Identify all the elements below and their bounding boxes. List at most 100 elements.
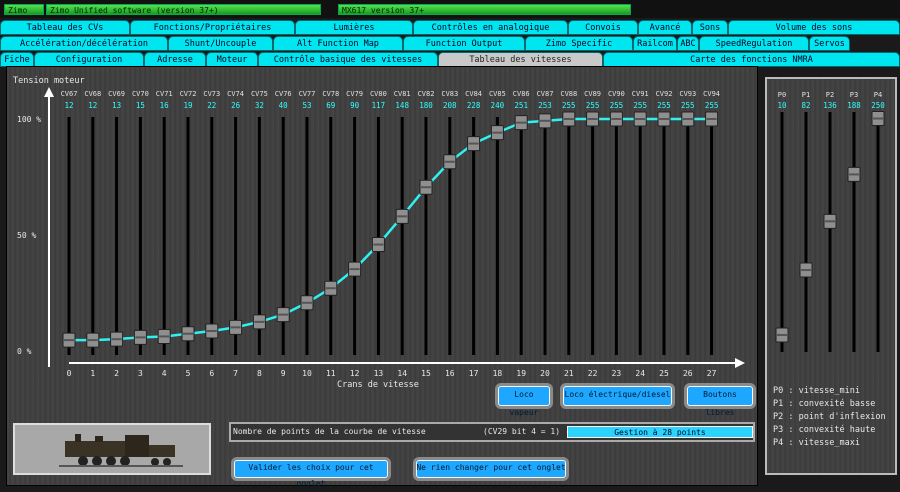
speed-thumb-groove (135, 336, 146, 339)
x-tick-label: 6 (209, 369, 214, 378)
speed-thumb-groove (587, 118, 598, 120)
slider-track (400, 117, 404, 355)
slider-track (162, 117, 166, 355)
x-tick-label: 4 (162, 369, 167, 378)
points-mode-field[interactable]: Gestion à 28 points (567, 426, 753, 438)
tab-alt-function-map[interactable]: Alt Function Map (273, 36, 403, 51)
tab-sons[interactable]: Sons (692, 20, 728, 35)
cv-value-label: 22 (207, 101, 216, 110)
tab-configuration[interactable]: Configuration (34, 52, 144, 67)
cv-label: CV89 (584, 90, 601, 98)
cv-value-label: 53 (302, 101, 311, 110)
speed-thumb-groove (111, 338, 122, 341)
cv-value-label: 12 (64, 101, 73, 110)
slider-track (234, 117, 238, 355)
speed-thumb-groove (563, 118, 574, 120)
tab-speedregulation[interactable]: SpeedRegulation (699, 36, 809, 51)
param-track (852, 112, 856, 352)
electric-loco-button[interactable]: Loco électrique/diesel (560, 383, 675, 409)
tab-moteur[interactable]: Moteur (206, 52, 258, 67)
software-label: Zimo Unified software (version 37+) (46, 4, 321, 15)
slider-track (686, 117, 690, 355)
x-tick-label: 9 (281, 369, 286, 378)
tab-tableau-des-cvs[interactable]: Tableau des CVs (0, 20, 130, 35)
param-thumb-groove (801, 269, 811, 272)
x-tick-label: 13 (374, 369, 384, 378)
tab-contr-le-basique-des-vitesses[interactable]: Contrôle basique des vitesses (258, 52, 438, 67)
y-axis-label: Tension moteur (13, 76, 85, 86)
slider-track (91, 117, 95, 355)
tab-zimo-specific[interactable]: Zimo Specific (525, 36, 633, 51)
cv-value-label: 69 (326, 101, 335, 110)
x-tick-label: 3 (138, 369, 143, 378)
tab-acc-l-ration-d-c-l-ration[interactable]: Accélération/décélération (0, 36, 168, 51)
tab-lumi-res[interactable]: Lumières (295, 20, 413, 35)
cv-label: CV91 (632, 90, 649, 98)
x-tick-label: 16 (445, 369, 455, 378)
x-axis-arrow (735, 358, 745, 368)
y-tick-label: 100 % (17, 115, 41, 124)
tab-adresse[interactable]: Adresse (144, 52, 206, 67)
tab-contr-les-en-analogique[interactable]: Contrôles en analogique (413, 20, 568, 35)
tab-shunt-uncouple[interactable]: Shunt/Uncouple (168, 36, 273, 51)
cancel-button[interactable]: Ne rien changer pour cet onglet (413, 457, 569, 481)
param-value-label: 136 (823, 101, 837, 110)
param-label: P3 (850, 91, 858, 99)
steam-loco-button[interactable]: Loco vapeur (495, 383, 553, 417)
tab-convois[interactable]: Convois (568, 20, 638, 35)
validate-button[interactable]: Valider les choix pour cet onglet (231, 457, 391, 488)
speed-thumb-groove (87, 339, 98, 342)
free-buttons-button[interactable]: Boutons libres (684, 383, 756, 417)
cv-label: CV93 (679, 90, 696, 98)
cv-value-label: 19 (183, 101, 192, 110)
tab-carte-des-fonctions-nmra[interactable]: Carte des fonctions NMRA (603, 52, 900, 67)
slider-track (519, 117, 523, 355)
tab-railcom[interactable]: Railcom (633, 36, 677, 51)
cv-label: CV67 (61, 90, 78, 98)
tab-row-3: Fiche Configuration Adresse Moteur Contrôle … (0, 52, 900, 67)
cv-value-label: 251 (514, 101, 528, 110)
slider-track (710, 117, 714, 355)
tab-abc[interactable]: ABC (677, 36, 699, 51)
slider-track (567, 117, 571, 355)
x-tick-label: 7 (233, 369, 238, 378)
tab-servos[interactable]: Servos (809, 36, 850, 51)
cv-label: CV79 (346, 90, 363, 98)
y-tick-label: 0 % (17, 347, 32, 356)
slider-track (662, 117, 666, 355)
legend-p1: P1 : convexité basse (773, 399, 876, 409)
speed-thumb-groove (492, 131, 503, 134)
speed-thumb-groove (421, 186, 431, 189)
tab-fiche[interactable]: Fiche (0, 52, 34, 67)
tab-avanc-[interactable]: Avancé (638, 20, 692, 35)
slider-track (186, 117, 190, 355)
cv-label: CV78 (322, 90, 339, 98)
loco-image (13, 423, 211, 475)
x-tick-label: 2 (114, 369, 119, 378)
cv-value-label: 32 (255, 101, 264, 110)
speed-thumb-groove (230, 326, 241, 329)
cv-value-label: 117 (372, 101, 386, 110)
cv-label: CV75 (251, 90, 268, 98)
param-label: P0 (778, 91, 786, 99)
cv-value-label: 255 (562, 101, 576, 110)
speed-thumb-groove (206, 329, 217, 332)
tab-function-output[interactable]: Function Output (403, 36, 525, 51)
title-bar: Zimo Zimo Unified software (version 37+)… (0, 0, 900, 18)
tab-fonctions-propri-taires[interactable]: Fonctions/Propriétaires (130, 20, 295, 35)
cv-value-label: 255 (681, 101, 695, 110)
tab-row-1: Tableau des CVs Fonctions/Propriétaires Lu… (0, 20, 900, 35)
tab-tableau-des-vitesses[interactable]: Tableau des vitesses (438, 52, 603, 67)
cv-value-label: 148 (395, 101, 409, 110)
cv-label: CV92 (656, 90, 673, 98)
slider-track (67, 117, 71, 355)
x-tick-label: 0 (67, 369, 72, 378)
slider-track (138, 117, 142, 355)
tab-volume-des-sons[interactable]: Volume des sons (728, 20, 900, 35)
cv-value-label: 228 (467, 101, 481, 110)
legend-p2: P2 : point d'inflexion (773, 412, 886, 422)
locomotive-picture (15, 425, 209, 473)
cv-label: CV87 (537, 90, 554, 98)
cv-label: CV83 (441, 90, 458, 98)
slider-track (543, 117, 547, 355)
